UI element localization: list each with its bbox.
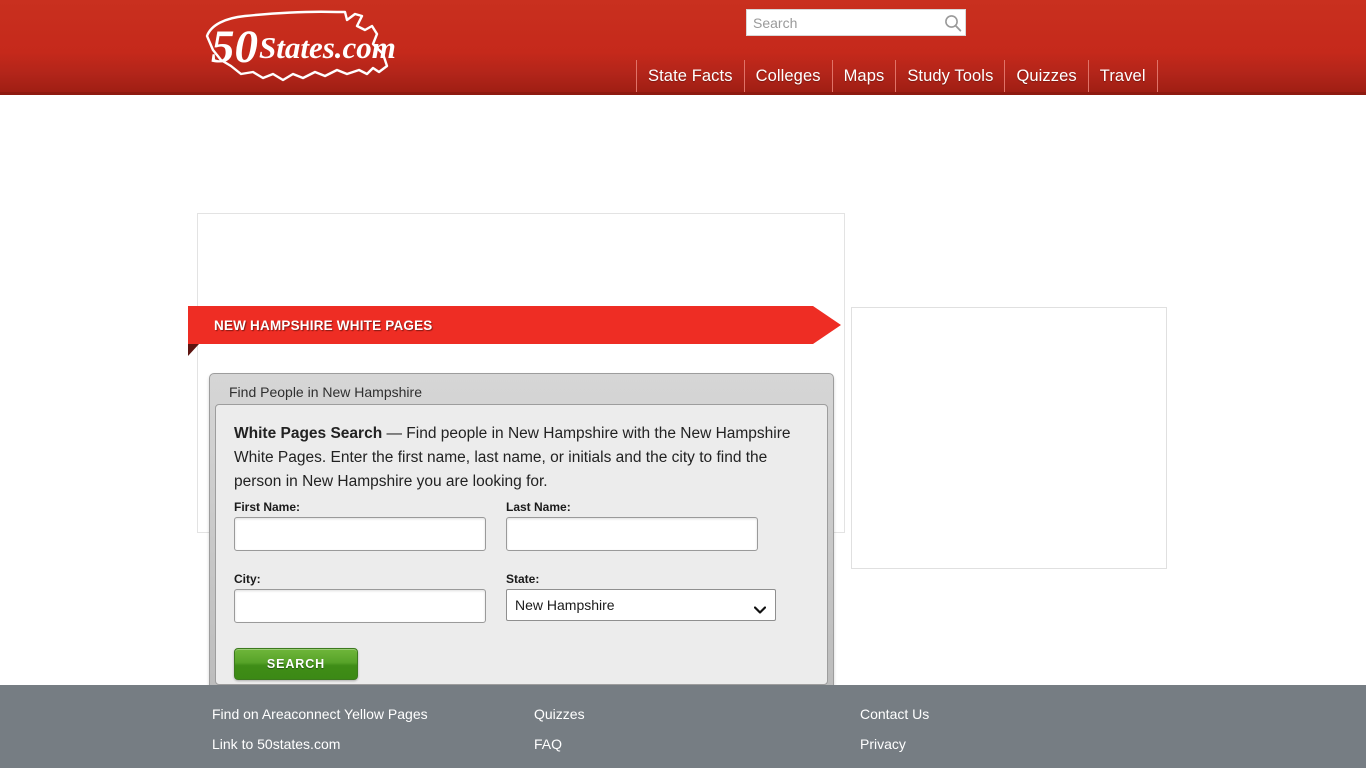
logo-text-states: States.com [259, 29, 396, 65]
footer-link-link-to-50states[interactable]: Link to 50states.com [212, 729, 428, 759]
nav-label: Travel [1099, 66, 1146, 85]
state-select[interactable]: New Hampshire [506, 589, 776, 621]
state-label: State: [506, 572, 540, 586]
page-title-ribbon: NEW HAMPSHIRE WHITE PAGES [188, 306, 841, 356]
search-input[interactable] [747, 11, 940, 34]
search-submit-button[interactable]: SEARCH [234, 648, 358, 680]
header-inner: 50 States.com State Facts Colleges Maps … [0, 0, 1366, 95]
logo-text-50: 50 [211, 20, 258, 73]
nav-item-travel[interactable]: Travel [1089, 60, 1158, 92]
header-search[interactable] [746, 9, 966, 36]
nav-label: Colleges [755, 66, 821, 85]
nav-item-quizzes[interactable]: Quizzes [1005, 60, 1089, 92]
page-title: NEW HAMPSHIRE WHITE PAGES [214, 317, 433, 333]
footer-link-quizzes[interactable]: Quizzes [534, 699, 585, 729]
first-name-input[interactable] [234, 517, 486, 551]
nav-label: Study Tools [907, 66, 994, 85]
footer-link-areaconnect[interactable]: Find on Areaconnect Yellow Pages [212, 699, 428, 729]
intro-paragraph: White Pages Search — Find people in New … [234, 422, 809, 494]
nav-label: Maps [843, 66, 885, 85]
ribbon-arrow-point [813, 306, 841, 344]
site-logo[interactable]: 50 States.com [197, 8, 422, 86]
nav-item-maps[interactable]: Maps [833, 60, 897, 92]
footer-link-contact-us[interactable]: Contact Us [860, 699, 929, 729]
footer-link-privacy[interactable]: Privacy [860, 729, 929, 759]
last-name-field-group: Last Name: [506, 500, 758, 551]
sidebar-ad-slot [851, 307, 1167, 569]
first-name-label: First Name: [234, 500, 301, 514]
main-navigation[interactable]: State Facts Colleges Maps Study Tools Qu… [636, 60, 1158, 92]
search-icon[interactable] [940, 10, 965, 35]
module-title: Find People in New Hampshire [229, 383, 422, 400]
state-field-group: State: New Hampshire [506, 572, 776, 621]
nav-label: State Facts [648, 66, 733, 85]
nav-item-state-facts[interactable]: State Facts [637, 60, 745, 92]
footer-link-faq[interactable]: FAQ [534, 729, 585, 759]
city-label: City: [234, 572, 261, 586]
module-inner: White Pages Search — Find people in New … [215, 404, 828, 685]
ribbon-shape: NEW HAMPSHIRE WHITE PAGES [188, 306, 841, 344]
first-name-field-group: First Name: [234, 500, 486, 551]
last-name-input[interactable] [506, 517, 758, 551]
state-select-wrap[interactable]: New Hampshire [506, 589, 776, 621]
intro-bold-lead: White Pages Search [234, 425, 383, 442]
page-body: NEW HAMPSHIRE WHITE PAGES Find People in… [0, 95, 1366, 692]
footer-column-1: Find on Areaconnect Yellow Pages Link to… [212, 699, 428, 759]
form-row-location: City: State: New Hampshire [234, 572, 809, 644]
nav-item-colleges[interactable]: Colleges [745, 60, 833, 92]
footer-column-2: Quizzes FAQ [534, 699, 585, 759]
ribbon-fold [188, 344, 199, 356]
site-header: 50 States.com State Facts Colleges Maps … [0, 0, 1366, 95]
last-name-label: Last Name: [506, 500, 571, 514]
form-row-names: First Name: Last Name: [234, 500, 809, 572]
city-input[interactable] [234, 589, 486, 623]
nav-item-study-tools[interactable]: Study Tools [896, 60, 1006, 92]
footer-column-3: Contact Us Privacy [860, 699, 929, 759]
city-field-group: City: [234, 572, 486, 623]
find-people-module: Find People in New Hampshire White Pages… [209, 373, 834, 692]
site-footer: Find on Areaconnect Yellow Pages Link to… [0, 685, 1366, 768]
nav-label: Quizzes [1016, 66, 1077, 85]
